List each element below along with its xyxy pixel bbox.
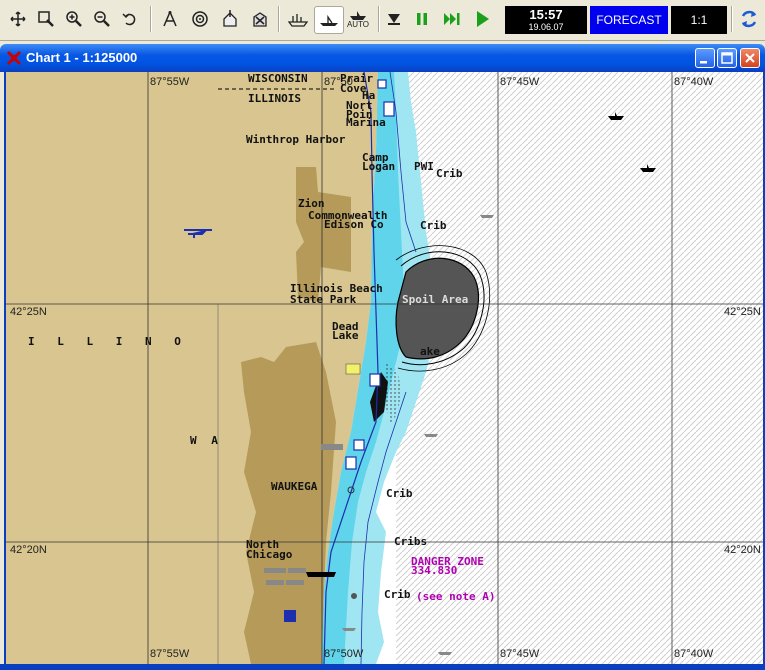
label-illinois: ILLINOIS [248,92,301,105]
chart-window-title: Chart 1 - 1:125000 [26,50,138,65]
target-icon[interactable] [186,6,214,32]
stop-icon[interactable] [380,6,408,32]
clock-time: 15:57 [529,7,563,22]
label-lake-2: ake [420,345,440,358]
play-icon[interactable] [468,6,496,32]
scale-display: 1:1 [671,6,727,34]
grid-left-1: 42°25N [10,306,47,318]
main-toolbar: AUTO 15:57 19.06.07 FORECAST 1:1 [0,0,765,41]
grid-left-2: 42°20N [10,544,47,556]
label-chicago: Chicago [246,548,293,561]
maximize-button[interactable] [717,48,737,68]
zoom-window-icon[interactable] [32,6,60,32]
boat-icon[interactable] [314,6,344,34]
auto-ship-icon[interactable]: AUTO [344,6,372,32]
label-wisconsin: WISCONSIN [248,72,308,85]
home-icon[interactable] [216,6,244,32]
ship-icon[interactable] [284,6,312,32]
sync-icon[interactable] [735,6,763,32]
label-wa: W A [190,434,222,447]
label-pwi: PWI [414,160,434,173]
grid-right-1: 42°25N [724,306,761,318]
compass-icon[interactable] [156,6,184,32]
label-crib-2: Crib [420,219,447,232]
blue-square-marker [284,610,296,622]
label-spoil-area: Spoil Area [402,293,469,306]
grid-right-2: 42°20N [724,544,761,556]
label-lake: Lake [332,329,359,342]
label-waukegan: WAUKEGA [271,480,318,493]
grid-top-2: 87°45W [500,76,540,88]
nautical-chart[interactable]: 87°55W 87°50 87°45W 87°40W 87°55W 87°50W… [4,72,765,664]
label-danger-number: 334.830 [411,564,458,577]
buoy-dot [351,593,357,599]
clock-display: 15:57 19.06.07 [505,6,587,34]
route-icon[interactable] [246,6,274,32]
label-zion: Zion [298,197,325,210]
minimize-button[interactable] [695,48,715,68]
undo-icon[interactable] [116,6,144,32]
chart-window-titlebar[interactable]: Chart 1 - 1:125000 [0,44,765,72]
clock-date: 19.06.07 [528,22,564,32]
label-crib-3: Crib [386,487,413,500]
label-winthrop: Winthrop Harbor [246,133,346,146]
pier-marker [306,572,336,577]
grid-bottom-1: 87°55W [150,648,190,660]
zoom-out-icon[interactable] [88,6,116,32]
label-logan: Logan [362,160,396,173]
label-cribs: Cribs [394,535,428,548]
fit-icon[interactable] [4,6,32,32]
pause-icon[interactable] [408,6,436,32]
grid-bottom-3: 87°45W [500,648,540,660]
grid-top-3: 87°40W [674,76,714,88]
label-crib-4: Crib [384,588,411,601]
label-illino-spread: I L L I N O [28,335,189,348]
fast-forward-icon[interactable] [438,6,466,32]
label-edison: Edison Co [324,218,384,231]
yellow-landmark [345,363,361,375]
grid-bottom-2: 87°50W [324,648,364,660]
grid-bottom-4: 87°40W [674,648,714,660]
grid-top-1: 87°55W [150,76,190,88]
forecast-button[interactable]: FORECAST [590,6,668,34]
label-marina: Marina [346,116,386,129]
label-see-note: (see note A) [416,590,496,603]
chart-window-icon [6,50,22,71]
close-button[interactable] [740,48,760,68]
label-crib-1: Crib [436,167,463,180]
auto-label: AUTO [346,20,370,29]
label-state-park: State Park [290,293,357,306]
zoom-in-icon[interactable] [60,6,88,32]
window-bottom-border [0,664,765,670]
